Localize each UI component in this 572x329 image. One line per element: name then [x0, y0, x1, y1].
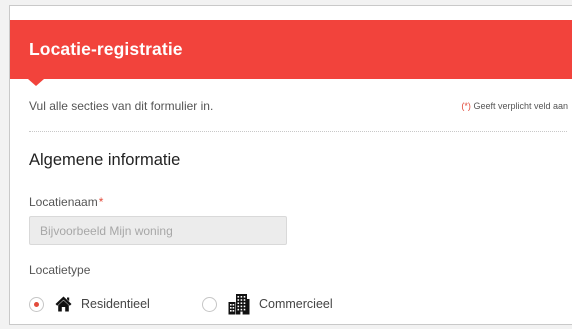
- radio-label-residentieel: Residentieel: [81, 297, 150, 311]
- page-background: Locatie-registratie Vul alle secties van…: [0, 0, 572, 329]
- office-building-icon: [228, 293, 250, 315]
- form-title: Locatie-registratie: [29, 39, 183, 59]
- intro-instruction: Vul alle secties van dit formulier in.: [29, 99, 214, 113]
- required-note-marker: (*): [461, 101, 471, 111]
- radio-button-residentieel[interactable]: [29, 296, 44, 312]
- header-notch-pointer: [28, 79, 44, 86]
- required-asterisk: *: [98, 195, 104, 209]
- intro-row: Vul alle secties van dit formulier in. (…: [29, 99, 569, 119]
- radio-label-commercieel: Commercieel: [259, 297, 333, 311]
- location-type-label: Locatietype: [29, 263, 91, 277]
- registration-form-panel: Locatie-registratie Vul alle secties van…: [9, 5, 572, 325]
- section-divider: [29, 131, 567, 132]
- form-header: Locatie-registratie: [10, 20, 572, 79]
- section-title: Algemene informatie: [29, 151, 181, 169]
- radio-option-commercieel[interactable]: Commercieel: [202, 291, 333, 317]
- location-type-radio-group: Residentieel Commercieel: [29, 291, 429, 317]
- radio-button-commercieel[interactable]: [202, 296, 217, 312]
- location-name-label: Locatienaam*: [29, 195, 103, 209]
- required-note-text: Geeft verplicht veld aan: [473, 101, 568, 111]
- required-field-note: (*) Geeft verplicht veld aan: [461, 101, 568, 111]
- radio-option-residentieel[interactable]: Residentieel: [29, 291, 150, 317]
- location-name-label-text: Locatienaam: [29, 195, 98, 209]
- location-name-input[interactable]: [29, 216, 287, 245]
- house-icon: [55, 296, 72, 312]
